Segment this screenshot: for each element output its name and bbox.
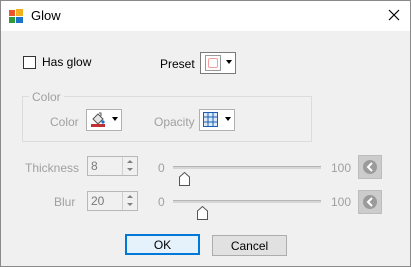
thickness-slider-track[interactable] <box>173 166 321 169</box>
cancel-button-label: Cancel <box>230 238 269 253</box>
blur-label: Blur <box>54 195 76 209</box>
thickness-label: Thickness <box>25 161 80 175</box>
cancel-button[interactable]: Cancel <box>212 235 287 256</box>
preset-dropdown[interactable] <box>200 52 236 74</box>
thickness-spin-buttons[interactable] <box>122 157 137 175</box>
arrow-left-icon <box>363 160 377 174</box>
ok-button-label: OK <box>153 237 172 252</box>
preset-swatch <box>205 55 221 71</box>
blur-slider-track[interactable] <box>173 200 321 203</box>
title-bar: Glow <box>1 1 410 31</box>
chevron-down-icon <box>112 117 118 121</box>
blur-min-label: 0 <box>158 195 165 209</box>
spin-up-icon[interactable] <box>127 195 133 198</box>
color-label: Color <box>50 115 79 129</box>
close-button[interactable] <box>378 1 410 29</box>
blur-value[interactable]: 20 <box>91 194 104 208</box>
thickness-spinner[interactable]: 8 <box>87 156 138 176</box>
glow-preset-icon <box>208 58 218 68</box>
chevron-down-icon <box>226 60 232 64</box>
glow-dialog: Glow Has glow Preset Color Color Opacity <box>0 0 411 267</box>
thickness-min-label: 0 <box>158 161 165 175</box>
has-glow-label[interactable]: Has glow <box>42 55 91 69</box>
chevron-down-icon <box>225 117 231 121</box>
thickness-slider-thumb[interactable] <box>179 172 191 186</box>
close-icon <box>388 9 400 21</box>
color-group-title: Color <box>29 90 64 104</box>
blur-reset-button[interactable] <box>358 190 382 214</box>
color-dropdown[interactable] <box>86 109 122 131</box>
spin-down-icon[interactable] <box>127 203 133 206</box>
app-icon <box>9 9 23 23</box>
opacity-label: Opacity <box>154 115 195 129</box>
ok-button[interactable]: OK <box>125 234 200 255</box>
paint-bucket-icon <box>91 112 105 127</box>
blur-spin-buttons[interactable] <box>122 192 137 210</box>
spin-down-icon[interactable] <box>127 168 133 171</box>
spin-up-icon[interactable] <box>127 160 133 163</box>
blur-slider-thumb[interactable] <box>197 206 209 220</box>
thickness-max-label: 100 <box>331 161 352 175</box>
thickness-reset-button[interactable] <box>358 155 382 179</box>
opacity-dropdown[interactable] <box>199 109 235 131</box>
has-glow-checkbox[interactable] <box>23 56 36 69</box>
blur-spinner[interactable]: 20 <box>87 191 138 211</box>
thickness-value[interactable]: 8 <box>91 159 98 173</box>
window-title: Glow <box>31 8 61 23</box>
arrow-left-icon <box>363 195 377 209</box>
preset-label: Preset <box>160 57 195 71</box>
blur-max-label: 100 <box>331 195 352 209</box>
grid-icon <box>203 112 218 127</box>
